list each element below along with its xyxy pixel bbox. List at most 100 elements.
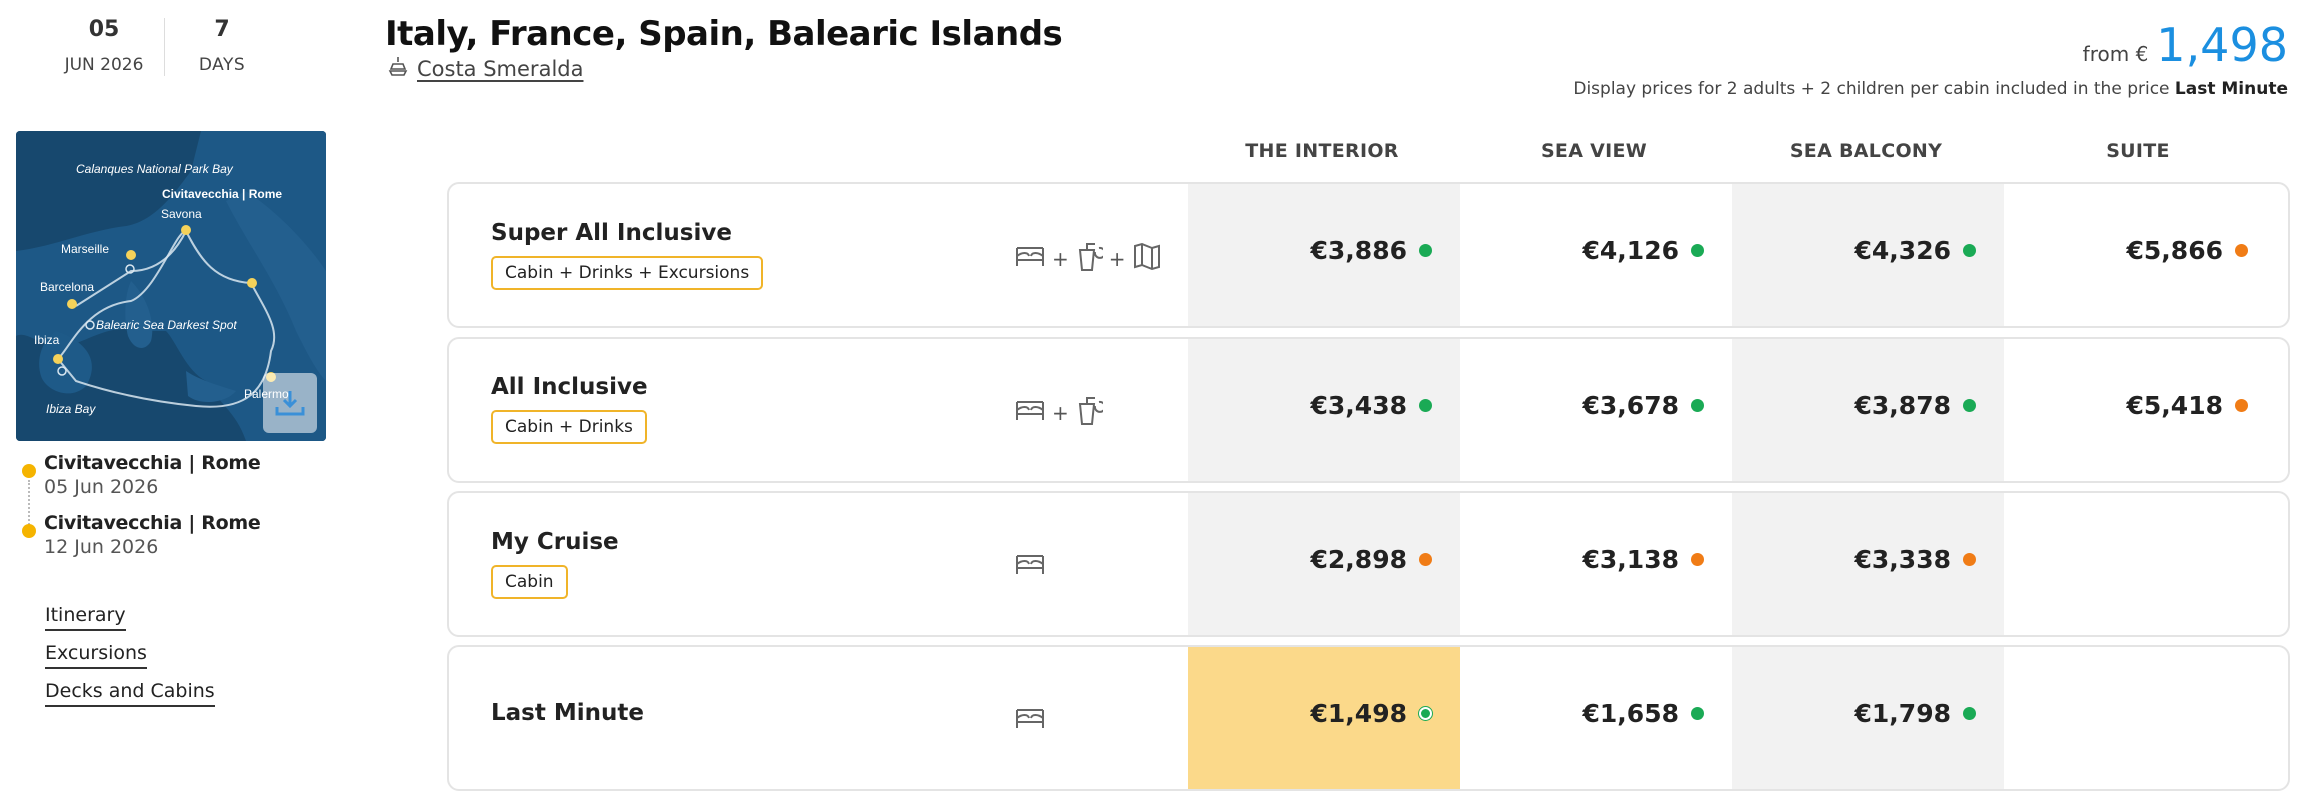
plus-icon: +: [1052, 400, 1069, 425]
price-sea-balcony[interactable]: €3,878: [1732, 391, 2004, 420]
price-value: €1,658: [1582, 699, 1679, 728]
column-sea-balcony: SEA BALCONY: [1789, 140, 1943, 162]
map-icon: [1132, 241, 1162, 276]
drink-icon: [1075, 394, 1106, 431]
price-interior[interactable]: €1,498: [1188, 699, 1460, 728]
map-label: Balearic Sea Darkest Spot: [96, 318, 237, 332]
price-interior[interactable]: €3,886: [1188, 236, 1460, 265]
cruise-title: Italy, France, Spain, Balearic Islands: [385, 14, 1063, 54]
map-label: Ibiza Bay: [46, 402, 96, 416]
package-icons: [1014, 550, 1046, 583]
column-sea-view: SEA VIEW: [1540, 140, 1648, 162]
download-icon: [273, 388, 307, 418]
availability-dot-icon: [1691, 399, 1704, 412]
package-row-last-minute: Last Minute €1,498 €1,658 €1,798: [447, 645, 2290, 791]
from-price-label: from €: [2082, 42, 2149, 66]
price-value: €3,138: [1582, 545, 1679, 574]
package-row-my-cruise: My Cruise Cabin €2,898 €3,138 €3,338: [447, 491, 2290, 637]
bed-icon: [1014, 396, 1046, 429]
plus-icon: +: [1108, 246, 1126, 271]
price-note-highlight: Last Minute: [2174, 79, 2288, 99]
map-label: Calanques National Park Bay: [76, 162, 234, 176]
from-price: from € 1,498: [2083, 18, 2288, 72]
plus-icon: +: [1052, 246, 1069, 271]
map-label: Marseille: [61, 242, 109, 256]
availability-dot-icon: [1691, 707, 1704, 720]
price-sea-balcony[interactable]: €3,338: [1732, 545, 2004, 574]
bed-icon: [1014, 704, 1046, 737]
price-sea-view[interactable]: €3,678: [1460, 391, 1732, 420]
availability-dot-icon: [1963, 244, 1976, 257]
availability-dot-icon: [1419, 399, 1432, 412]
map-label: Civitavecchia | Rome: [162, 187, 282, 201]
package-name: My Cruise: [491, 529, 619, 555]
arrival-port: Civitavecchia | Rome: [44, 512, 261, 534]
ship-link[interactable]: Costa Smeralda: [387, 55, 583, 82]
availability-dot-icon: [1419, 244, 1432, 257]
excursions-link[interactable]: Excursions: [45, 642, 147, 669]
route-arrival: Civitavecchia | Rome 12 Jun 2026: [22, 512, 332, 572]
availability-dot-icon: [1963, 553, 1976, 566]
price-value: €4,126: [1582, 236, 1679, 265]
cruise-links: Itinerary Excursions Decks and Cabins: [45, 604, 215, 718]
arrival-port-date: 12 Jun 2026: [44, 536, 159, 558]
availability-dot-icon: [2235, 244, 2248, 257]
price-value: €3,886: [1310, 236, 1407, 265]
decks-and-cabins-link[interactable]: Decks and Cabins: [45, 680, 215, 707]
price-value: €3,878: [1854, 391, 1951, 420]
price-value: €2,898: [1310, 545, 1407, 574]
bed-icon: [1014, 242, 1046, 275]
availability-dot-icon: [1691, 244, 1704, 257]
price-value: €3,438: [1310, 391, 1407, 420]
price-suite[interactable]: €5,418: [2004, 391, 2276, 420]
price-suite[interactable]: €5,866: [2004, 236, 2276, 265]
price-sea-view[interactable]: €1,658: [1460, 699, 1732, 728]
price-sea-balcony[interactable]: €4,326: [1732, 236, 2004, 265]
availability-dot-icon: [2235, 399, 2248, 412]
price-sea-view[interactable]: €4,126: [1460, 236, 1732, 265]
departure-day: 05: [88, 17, 120, 42]
route-departure: Civitavecchia | Rome 05 Jun 2026: [22, 452, 332, 512]
availability-dot-icon: [1963, 399, 1976, 412]
package-name: All Inclusive: [491, 374, 648, 400]
map-label: Barcelona: [40, 280, 94, 294]
departure-port: Civitavecchia | Rome: [44, 452, 261, 474]
availability-dot-icon: [1691, 553, 1704, 566]
package-icons: +: [1014, 394, 1106, 431]
cruise-duration: 7 DAYS: [172, 17, 272, 75]
duration-number: 7: [214, 17, 230, 42]
package-tag: Cabin: [491, 565, 568, 599]
departure-dot-icon: [22, 464, 36, 478]
price-sea-view[interactable]: €3,138: [1460, 545, 1732, 574]
package-name: Last Minute: [491, 700, 644, 726]
price-sea-balcony[interactable]: €1,798: [1732, 699, 2004, 728]
column-interior: THE INTERIOR: [1245, 140, 1399, 162]
availability-dot-icon: [1963, 707, 1976, 720]
drink-icon: [1075, 240, 1106, 277]
column-suite: SUITE: [2106, 140, 2170, 162]
price-value: €1,798: [1854, 699, 1951, 728]
price-value: €1,498: [1310, 699, 1407, 728]
itinerary-map[interactable]: Calanques National Park Bay Civitavecchi…: [16, 131, 326, 441]
package-tag: Cabin + Drinks: [491, 410, 647, 444]
map-download-button[interactable]: [263, 373, 317, 433]
availability-dot-icon: [1419, 707, 1432, 720]
package-name: Super All Inclusive: [491, 220, 732, 246]
map-label: Ibiza: [34, 333, 60, 347]
departure-port-date: 05 Jun 2026: [44, 476, 159, 498]
price-value: €3,338: [1854, 545, 1951, 574]
departure-date: 05 JUN 2026: [44, 17, 164, 75]
price-value: €5,418: [2126, 391, 2223, 420]
price-note-text: Display prices for 2 adults + 2 children…: [1573, 79, 2170, 99]
map-label: Savona: [161, 207, 202, 221]
package-icons: [1014, 704, 1046, 737]
package-row-all-inclusive: All Inclusive Cabin + Drinks + €3,438 €3…: [447, 337, 2290, 483]
price-value: €5,866: [2126, 236, 2223, 265]
from-price-amount: 1,498: [2156, 18, 2288, 72]
duration-unit: DAYS: [198, 55, 246, 75]
itinerary-link[interactable]: Itinerary: [45, 604, 126, 631]
price-interior[interactable]: €3,438: [1188, 391, 1460, 420]
price-interior[interactable]: €2,898: [1188, 545, 1460, 574]
package-icons: + +: [1014, 240, 1162, 277]
package-row-super-all-inclusive: Super All Inclusive Cabin + Drinks + Exc…: [447, 182, 2290, 328]
